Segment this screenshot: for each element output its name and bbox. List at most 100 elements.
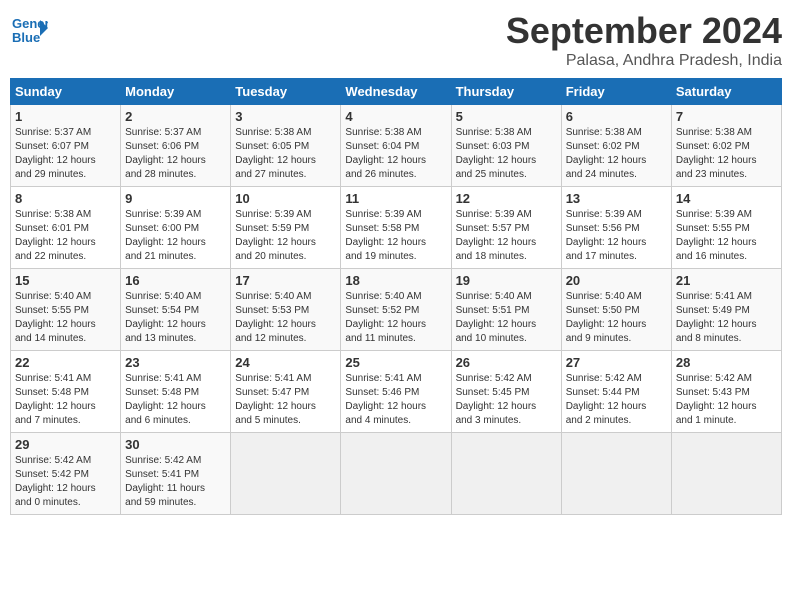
day-info: Sunrise: 5:40 AM Sunset: 5:52 PM Dayligh… [345, 290, 446, 346]
day-number: 11 [345, 191, 446, 206]
calendar-day-cell: 19 Sunrise: 5:40 AM Sunset: 5:51 PM Dayli… [451, 269, 561, 351]
day-info: Sunrise: 5:38 AM Sunset: 6:03 PM Dayligh… [456, 126, 557, 182]
calendar-day-cell [561, 433, 671, 515]
day-number: 18 [345, 273, 446, 288]
day-number: 13 [566, 191, 667, 206]
day-info: Sunrise: 5:41 AM Sunset: 5:49 PM Dayligh… [676, 290, 777, 346]
day-info: Sunrise: 5:42 AM Sunset: 5:41 PM Dayligh… [125, 454, 226, 510]
day-info: Sunrise: 5:38 AM Sunset: 6:04 PM Dayligh… [345, 126, 446, 182]
day-info: Sunrise: 5:41 AM Sunset: 5:47 PM Dayligh… [235, 372, 336, 428]
calendar-day-cell: 26 Sunrise: 5:42 AM Sunset: 5:45 PM Dayli… [451, 351, 561, 433]
calendar-day-cell: 5 Sunrise: 5:38 AM Sunset: 6:03 PM Daylig… [451, 105, 561, 187]
day-number: 21 [676, 273, 777, 288]
month-title: September 2024 [506, 10, 782, 52]
day-number: 30 [125, 437, 226, 452]
day-info: Sunrise: 5:40 AM Sunset: 5:50 PM Dayligh… [566, 290, 667, 346]
calendar-day-cell [451, 433, 561, 515]
calendar-week-row: 15Sunrise: 5:40 AM Sunset: 5:55 PM Dayli… [11, 269, 782, 351]
day-number: 23 [125, 355, 226, 370]
weekday-header: Friday [561, 79, 671, 105]
calendar-day-cell: 20 Sunrise: 5:40 AM Sunset: 5:50 PM Dayli… [561, 269, 671, 351]
day-info: Sunrise: 5:37 AM Sunset: 6:06 PM Dayligh… [125, 126, 226, 182]
day-number: 28 [676, 355, 777, 370]
day-number: 10 [235, 191, 336, 206]
calendar-day-cell: 12 Sunrise: 5:39 AM Sunset: 5:57 PM Dayli… [451, 187, 561, 269]
calendar-table: SundayMondayTuesdayWednesdayThursdayFrid… [10, 78, 782, 515]
day-info: Sunrise: 5:40 AM Sunset: 5:54 PM Dayligh… [125, 290, 226, 346]
day-number: 6 [566, 109, 667, 124]
calendar-day-cell: 1 Sunrise: 5:37 AM Sunset: 6:07 PM Daylig… [11, 105, 121, 187]
day-number: 22 [15, 355, 116, 370]
day-info: Sunrise: 5:39 AM Sunset: 6:00 PM Dayligh… [125, 208, 226, 264]
calendar-day-cell: 30 Sunrise: 5:42 AM Sunset: 5:41 PM Dayli… [121, 433, 231, 515]
calendar-day-cell: 24Sunrise: 5:41 AM Sunset: 5:47 PM Dayli… [231, 351, 341, 433]
day-info: Sunrise: 5:39 AM Sunset: 5:57 PM Dayligh… [456, 208, 557, 264]
weekday-header: Sunday [11, 79, 121, 105]
day-info: Sunrise: 5:38 AM Sunset: 6:02 PM Dayligh… [566, 126, 667, 182]
calendar-day-cell: 13 Sunrise: 5:39 AM Sunset: 5:56 PM Dayli… [561, 187, 671, 269]
calendar-day-cell [341, 433, 451, 515]
calendar-day-cell: 16 Sunrise: 5:40 AM Sunset: 5:54 PM Dayli… [121, 269, 231, 351]
day-info: Sunrise: 5:39 AM Sunset: 5:58 PM Dayligh… [345, 208, 446, 264]
day-info: Sunrise: 5:38 AM Sunset: 6:01 PM Dayligh… [15, 208, 116, 264]
svg-text:Blue: Blue [12, 30, 40, 45]
calendar-day-cell: 17 Sunrise: 5:40 AM Sunset: 5:53 PM Dayli… [231, 269, 341, 351]
day-number: 8 [15, 191, 116, 206]
day-number: 20 [566, 273, 667, 288]
day-info: Sunrise: 5:41 AM Sunset: 5:48 PM Dayligh… [15, 372, 116, 428]
day-info: Sunrise: 5:42 AM Sunset: 5:42 PM Dayligh… [15, 454, 116, 510]
day-number: 2 [125, 109, 226, 124]
location-subtitle: Palasa, Andhra Pradesh, India [506, 52, 782, 70]
calendar-day-cell: 23 Sunrise: 5:41 AM Sunset: 5:48 PM Dayli… [121, 351, 231, 433]
weekday-header: Tuesday [231, 79, 341, 105]
day-info: Sunrise: 5:39 AM Sunset: 5:56 PM Dayligh… [566, 208, 667, 264]
calendar-day-cell: 8 Sunrise: 5:38 AM Sunset: 6:01 PM Daylig… [11, 187, 121, 269]
day-info: Sunrise: 5:40 AM Sunset: 5:51 PM Dayligh… [456, 290, 557, 346]
day-number: 29 [15, 437, 116, 452]
calendar-day-cell: 15Sunrise: 5:40 AM Sunset: 5:55 PM Dayli… [11, 269, 121, 351]
calendar-day-cell: 14 Sunrise: 5:39 AM Sunset: 5:55 PM Dayli… [671, 187, 781, 269]
day-number: 9 [125, 191, 226, 206]
calendar-day-cell: 7 Sunrise: 5:38 AM Sunset: 6:02 PM Daylig… [671, 105, 781, 187]
calendar-day-cell: 2 Sunrise: 5:37 AM Sunset: 6:06 PM Daylig… [121, 105, 231, 187]
day-number: 26 [456, 355, 557, 370]
page-header: General Blue September 2024 Palasa, Andh… [10, 10, 782, 70]
day-info: Sunrise: 5:40 AM Sunset: 5:53 PM Dayligh… [235, 290, 336, 346]
day-info: Sunrise: 5:37 AM Sunset: 6:07 PM Dayligh… [15, 126, 116, 182]
calendar-day-cell: 3 Sunrise: 5:38 AM Sunset: 6:05 PM Daylig… [231, 105, 341, 187]
calendar-day-cell: 28 Sunrise: 5:42 AM Sunset: 5:43 PM Dayli… [671, 351, 781, 433]
day-number: 12 [456, 191, 557, 206]
day-info: Sunrise: 5:38 AM Sunset: 6:02 PM Dayligh… [676, 126, 777, 182]
calendar-day-cell: 22 Sunrise: 5:41 AM Sunset: 5:48 PM Dayli… [11, 351, 121, 433]
calendar-week-row: 22 Sunrise: 5:41 AM Sunset: 5:48 PM Dayli… [11, 351, 782, 433]
calendar-day-cell [231, 433, 341, 515]
day-info: Sunrise: 5:40 AM Sunset: 5:55 PM Dayligh… [15, 290, 116, 346]
day-info: Sunrise: 5:39 AM Sunset: 5:55 PM Dayligh… [676, 208, 777, 264]
day-info: Sunrise: 5:41 AM Sunset: 5:46 PM Dayligh… [345, 372, 446, 428]
day-number: 1 [15, 109, 116, 124]
day-number: 27 [566, 355, 667, 370]
day-number: 19 [456, 273, 557, 288]
day-info: Sunrise: 5:42 AM Sunset: 5:45 PM Dayligh… [456, 372, 557, 428]
calendar-week-row: 1 Sunrise: 5:37 AM Sunset: 6:07 PM Daylig… [11, 105, 782, 187]
day-number: 16 [125, 273, 226, 288]
day-info: Sunrise: 5:39 AM Sunset: 5:59 PM Dayligh… [235, 208, 336, 264]
calendar-week-row: 29 Sunrise: 5:42 AM Sunset: 5:42 PM Dayli… [11, 433, 782, 515]
calendar-day-cell: 25Sunrise: 5:41 AM Sunset: 5:46 PM Dayli… [341, 351, 451, 433]
day-number: 4 [345, 109, 446, 124]
day-info: Sunrise: 5:38 AM Sunset: 6:05 PM Dayligh… [235, 126, 336, 182]
day-number: 17 [235, 273, 336, 288]
calendar-day-cell: 27Sunrise: 5:42 AM Sunset: 5:44 PM Dayli… [561, 351, 671, 433]
calendar-day-cell: 11 Sunrise: 5:39 AM Sunset: 5:58 PM Dayli… [341, 187, 451, 269]
calendar-day-cell: 10 Sunrise: 5:39 AM Sunset: 5:59 PM Dayli… [231, 187, 341, 269]
logo: General Blue [10, 10, 52, 48]
day-info: Sunrise: 5:41 AM Sunset: 5:48 PM Dayligh… [125, 372, 226, 428]
day-number: 7 [676, 109, 777, 124]
calendar-day-cell: 21 Sunrise: 5:41 AM Sunset: 5:49 PM Dayli… [671, 269, 781, 351]
day-number: 3 [235, 109, 336, 124]
weekday-header: Thursday [451, 79, 561, 105]
day-number: 14 [676, 191, 777, 206]
day-info: Sunrise: 5:42 AM Sunset: 5:43 PM Dayligh… [676, 372, 777, 428]
day-number: 5 [456, 109, 557, 124]
calendar-week-row: 8 Sunrise: 5:38 AM Sunset: 6:01 PM Daylig… [11, 187, 782, 269]
